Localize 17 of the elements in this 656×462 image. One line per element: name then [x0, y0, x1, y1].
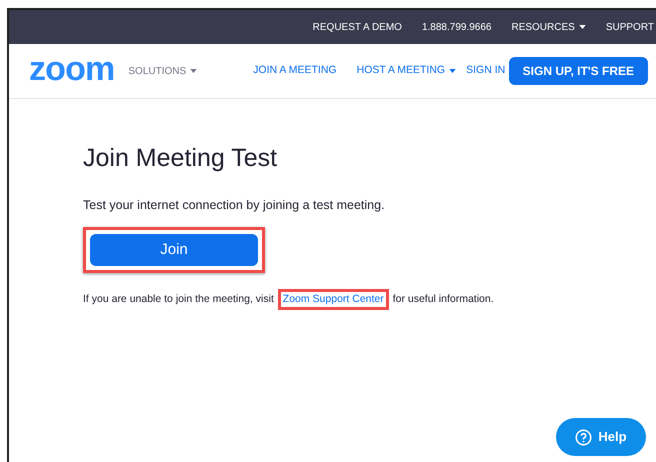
description: Test your internet connection by joining a test meeting.: [83, 197, 386, 214]
help-button[interactable]: Help: [556, 418, 646, 456]
nav-link[interactable]: SIGN IN: [466, 63, 506, 79]
page-title: Join Meeting Test: [83, 143, 278, 174]
signup-button[interactable]: SIGN UP, IT'S FREE: [508, 57, 648, 85]
help-icon: [575, 428, 592, 446]
nav-link[interactable]: HOST A MEETING: [356, 63, 456, 79]
support-center-link[interactable]: Zoom Support Center: [282, 293, 384, 305]
join-button[interactable]: Join: [90, 234, 258, 266]
zoom-logo[interactable]: zoom: [29, 52, 114, 86]
top-bar-link[interactable]: 1.888.799.9666: [422, 20, 492, 34]
help-text: If you are unable to join the meeting, visit Zoom Support Center for useful information.: [83, 289, 656, 310]
nav-link[interactable]: JOIN A MEETING: [253, 63, 337, 79]
top-bar-link[interactable]: REQUEST A DEMO: [312, 20, 402, 34]
top-bar-link[interactable]: SUPPORT: [606, 20, 654, 34]
top-bar-link[interactable]: RESOURCES: [511, 20, 586, 34]
solutions-menu[interactable]: SOLUTIONS: [128, 64, 198, 78]
